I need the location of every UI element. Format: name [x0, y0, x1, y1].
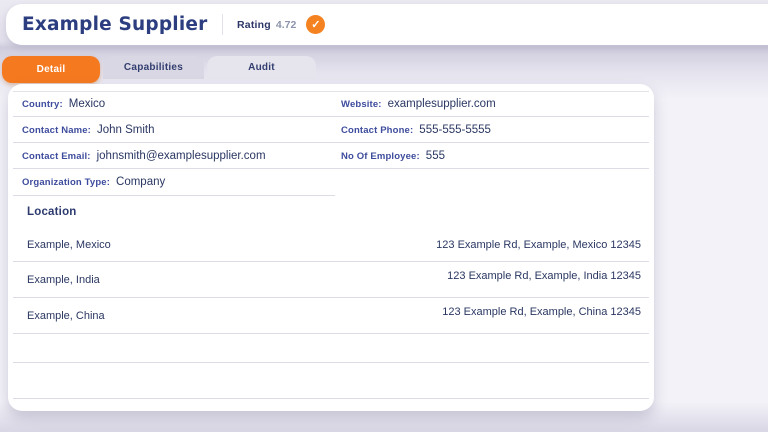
field-label: Contact Phone:	[341, 124, 414, 136]
field-value: examplesupplier.com	[387, 98, 496, 110]
field-value: 555	[425, 149, 445, 162]
field-label: Country:	[22, 99, 63, 110]
field-contact-email: Contact Email: johnsmith@examplesupplier…	[13, 150, 327, 162]
location-address: 123 Example Rd, Example, India 12345	[447, 270, 641, 282]
location-address: 123 Example Rd, Example, China 12345	[442, 306, 641, 318]
detail-rows: Country: Mexico Website: examplesupplier…	[13, 91, 649, 399]
field-website: Website: examplesupplier.com	[327, 98, 649, 110]
location-row: Example, China 123 Example Rd, Example, …	[13, 298, 649, 334]
field-row: Contact Email: johnsmith@examplesupplier…	[13, 143, 649, 169]
field-no-of-employee: No Of Employee: 555	[327, 150, 649, 162]
tab-audit-label: Audit	[248, 62, 275, 73]
field-country: Country: Mexico	[13, 98, 327, 110]
tab-detail[interactable]: Detail	[2, 56, 100, 83]
empty-row	[13, 363, 649, 399]
location-name: Example, China	[27, 309, 105, 322]
header-divider	[222, 14, 223, 35]
location-heading: Location	[27, 206, 77, 218]
location-name: Example, India	[27, 273, 100, 286]
field-row: Country: Mexico Website: examplesupplier…	[13, 91, 649, 117]
location-address: 123 Example Rd, Example, Mexico 12345	[436, 238, 641, 251]
tab-capabilities-label: Capabilities	[123, 62, 184, 73]
field-row: Organization Type: Company	[13, 169, 335, 196]
field-value: Company	[116, 176, 166, 188]
field-label: Organization Type:	[22, 177, 111, 188]
supplier-header: Example Supplier Rating 4.72 ✓	[6, 4, 768, 45]
field-label: Contact Email:	[22, 150, 91, 162]
verified-check-icon: ✓	[306, 15, 326, 34]
field-contact-phone: Contact Phone: 555-555-5555	[327, 124, 649, 136]
rating: Rating 4.72 ✓	[237, 15, 326, 34]
field-value: johnsmith@examplesupplier.com	[96, 149, 266, 162]
tab-bar: Detail Capabilities Audit	[2, 56, 316, 83]
field-value: John Smith	[97, 123, 155, 136]
page-title: Example Supplier	[22, 14, 208, 35]
location-row: Example, Mexico 123 Example Rd, Example,…	[13, 228, 649, 262]
detail-panel: Country: Mexico Website: examplesupplier…	[8, 84, 654, 411]
rating-value: 4.72	[275, 18, 297, 31]
field-value: 555-555-5555	[419, 123, 491, 136]
field-label: Contact Name:	[22, 124, 91, 136]
field-row: Contact Name: John Smith Contact Phone: …	[13, 117, 649, 143]
location-name: Example, Mexico	[27, 238, 111, 251]
empty-row	[13, 334, 649, 363]
field-label: Website:	[341, 99, 382, 110]
field-organization-type: Organization Type: Company	[13, 176, 165, 188]
tab-audit[interactable]: Audit	[207, 56, 316, 79]
field-contact-name: Contact Name: John Smith	[13, 124, 327, 136]
field-label: No Of Employee:	[341, 150, 420, 162]
tab-detail-label: Detail	[36, 64, 66, 75]
location-row: Example, India 123 Example Rd, Example, …	[13, 262, 649, 298]
rating-label: Rating	[237, 18, 271, 31]
field-value: Mexico	[68, 98, 106, 110]
tab-capabilities[interactable]: Capabilities	[103, 56, 204, 79]
